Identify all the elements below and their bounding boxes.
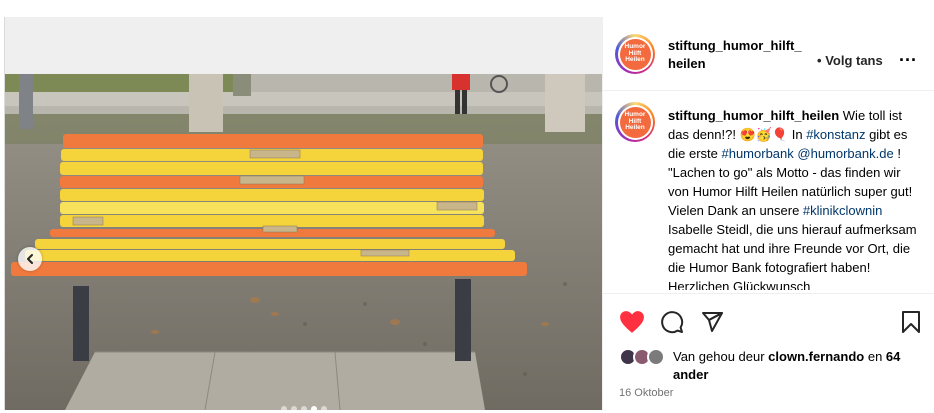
author-avatar[interactable]: Humor Hilft Heilen <box>615 34 655 74</box>
author-username[interactable]: stiftung_humor_hilft_ heilen <box>668 37 808 73</box>
post-side-panel: Humor Hilft Heilen stiftung_humor_hilft_… <box>602 17 934 410</box>
heart-icon[interactable] <box>619 310 645 334</box>
post-media <box>4 17 602 410</box>
liked-by-text: Van gehou deur clown.fernando en 64 ander <box>673 349 901 382</box>
carousel-dot <box>291 406 297 410</box>
more-options-icon[interactable]: ... <box>899 45 917 66</box>
comment-icon[interactable] <box>660 310 684 334</box>
post-date[interactable]: 16 Oktober <box>619 387 673 399</box>
liked-by-user[interactable]: clown.fernando <box>768 349 864 364</box>
liker-avatar <box>647 348 665 366</box>
hashtag-konstanz[interactable]: #konstanz <box>806 127 865 142</box>
chevron-left-icon <box>27 254 33 264</box>
carousel-indicator <box>281 406 327 410</box>
follow-button[interactable]: • Volg tans <box>817 53 883 68</box>
carousel-prev-button[interactable] <box>18 247 42 271</box>
hashtag-humorbank[interactable]: #humorbank <box>721 146 793 161</box>
liked-by-avatars[interactable] <box>619 348 671 368</box>
bookmark-icon[interactable] <box>900 310 922 334</box>
mention-humorbank[interactable]: @humorbank.de <box>797 146 893 161</box>
caption-author-username[interactable]: stiftung_humor_hilft_heilen <box>668 108 839 123</box>
carousel-dot <box>301 406 307 410</box>
avatar-logo: Humor Hilft Heilen <box>619 38 651 70</box>
post-photo <box>5 74 602 410</box>
avatar-logo: Humor Hilft Heilen <box>619 106 651 138</box>
carousel-dot <box>321 406 327 410</box>
post-header: Humor Hilft Heilen stiftung_humor_hilft_… <box>603 17 934 91</box>
hashtag-klinikclownin[interactable]: #klinikclownin <box>803 203 882 218</box>
post-actions: Van gehou deur clown.fernando en 64 ander… <box>603 293 934 410</box>
carousel-dot <box>281 406 287 410</box>
instagram-post-view: Humor Hilft Heilen stiftung_humor_hilft_… <box>0 0 934 413</box>
caption-section: Humor Hilft Heilen stiftung_humor_hilft_… <box>603 92 934 290</box>
caption-author-avatar[interactable]: Humor Hilft Heilen <box>615 102 655 142</box>
post-caption: stiftung_humor_hilft_heilen Wie toll ist… <box>668 108 917 290</box>
share-icon[interactable] <box>700 310 724 334</box>
carousel-dot-active <box>311 406 317 410</box>
